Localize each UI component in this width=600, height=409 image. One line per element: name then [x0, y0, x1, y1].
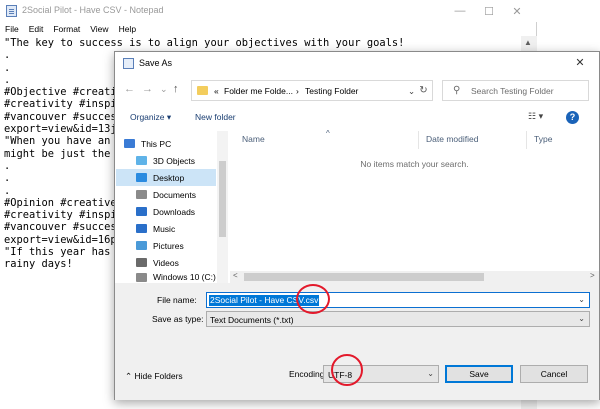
sidebar-item-label: Windows 10 (C:)	[153, 272, 216, 282]
scroll-thumb[interactable]	[219, 161, 226, 237]
chevron-down-icon[interactable]: ⌄	[578, 314, 585, 323]
empty-folder-message: No items match your search.	[360, 159, 469, 169]
desktop-icon	[136, 173, 147, 182]
sidebar-item-this-pc[interactable]: This PC	[116, 135, 216, 152]
sidebar-item-3d-objects[interactable]: 3D Objects	[116, 152, 216, 169]
column-header-type[interactable]: Type	[534, 134, 552, 144]
sidebar-item-label: This PC	[141, 138, 172, 149]
notepad-app-icon	[6, 5, 17, 17]
computer-icon	[124, 139, 135, 148]
scroll-left-icon[interactable]: <	[233, 271, 238, 280]
notepad-title-bar[interactable]: 2Social Pilot - Have CSV - Notepad — ☐ ✕	[0, 0, 537, 22]
encoding-label: Encoding:	[289, 369, 327, 379]
column-divider[interactable]	[526, 131, 527, 149]
sidebar-item-label: Videos	[153, 257, 179, 268]
notepad-menu-bar: File Edit Format View Help	[0, 22, 141, 36]
scroll-thumb[interactable]	[244, 273, 484, 281]
breadcrumb-parent[interactable]: Folder me Folde...	[224, 86, 293, 96]
sidebar-item-label: 3D Objects	[153, 155, 196, 166]
hide-folders-button[interactable]: ⌃ Hide Folders	[125, 371, 183, 382]
encoding-value: UTF-8	[328, 370, 353, 380]
menu-file[interactable]: File	[0, 22, 24, 36]
search-box[interactable]: ⚲ Search Testing Folder	[442, 80, 589, 101]
file-name-label: File name:	[157, 295, 197, 305]
new-folder-button[interactable]: New folder	[195, 112, 236, 122]
save-as-type-value: Text Documents (*.txt)	[210, 315, 294, 325]
save-as-type-label: Save as type:	[152, 314, 204, 324]
save-as-dialog-icon	[123, 58, 134, 69]
forward-arrow-icon[interactable]: →	[142, 83, 153, 95]
sidebar-item-pictures[interactable]: Pictures	[116, 237, 216, 254]
cancel-button[interactable]: Cancel	[520, 365, 588, 383]
sidebar-item-windows-drive[interactable]: Windows 10 (C:)	[116, 271, 216, 283]
sidebar-item-label: Downloads	[153, 206, 196, 217]
file-name-input[interactable]: 2Social Pilot - Have CSV.csv ⌄	[206, 292, 590, 308]
view-options-icon[interactable]: ☷ ▾	[528, 111, 543, 122]
sidebar-item-music[interactable]: Music	[116, 220, 216, 237]
navigation-bar: ← → ⌄ ↑ « Folder me Folde... › Testing F…	[115, 77, 599, 105]
cube-icon	[136, 156, 147, 165]
address-bar[interactable]: « Folder me Folde... › Testing Folder ⌄	[191, 80, 433, 101]
breadcrumb-current[interactable]: Testing Folder	[305, 86, 358, 96]
hide-folders-label: Hide Folders	[134, 371, 183, 381]
chevron-down-icon[interactable]: ⌄	[427, 369, 434, 378]
pictures-icon	[136, 241, 147, 250]
help-icon[interactable]: ?	[566, 111, 579, 124]
address-overflow-chevron[interactable]: «	[214, 86, 219, 96]
save-as-type-select[interactable]: Text Documents (*.txt) ⌄	[206, 311, 590, 327]
recent-locations-dropdown-icon[interactable]: ⌄	[160, 84, 168, 95]
save-options-panel: File name: 2Social Pilot - Have CSV.csv …	[115, 283, 599, 400]
notepad-title: 2Social Pilot - Have CSV - Notepad	[22, 5, 164, 15]
up-arrow-icon[interactable]: ↑	[173, 83, 179, 95]
search-placeholder[interactable]: Search Testing Folder	[471, 86, 554, 96]
scroll-up-arrow-icon[interactable]: ▲	[524, 38, 532, 47]
dialog-toolbar: Organize ▾ New folder ☷ ▾ ?	[115, 107, 599, 129]
menu-edit[interactable]: Edit	[24, 22, 49, 36]
sidebar-item-documents[interactable]: Documents	[116, 186, 216, 203]
encoding-select[interactable]: UTF-8 ⌄	[323, 365, 439, 383]
menu-view[interactable]: View	[85, 22, 113, 36]
breadcrumb-separator: ›	[296, 86, 299, 96]
menu-help[interactable]: Help	[114, 22, 141, 36]
sidebar-item-videos[interactable]: Videos	[116, 254, 216, 271]
folder-icon	[197, 86, 208, 95]
dialog-title: Save As	[139, 58, 173, 68]
sidebar-item-downloads[interactable]: Downloads	[116, 203, 216, 220]
search-icon: ⚲	[453, 85, 461, 96]
sort-ascending-icon: ^	[326, 129, 330, 138]
column-divider[interactable]	[418, 131, 419, 149]
column-header-name[interactable]: Name	[242, 134, 265, 144]
dialog-close-button[interactable]: ✕	[565, 53, 595, 73]
column-header-date-modified[interactable]: Date modified	[426, 134, 478, 144]
dialog-title-bar[interactable]: Save As ✕	[115, 52, 599, 75]
refresh-icon[interactable]: ↻	[413, 80, 434, 101]
file-name-selected-text[interactable]: 2Social Pilot - Have CSV.csv	[209, 295, 320, 306]
file-name-dropdown-icon[interactable]: ⌄	[578, 295, 585, 304]
navigation-pane: This PC 3D Objects Desktop Documents Dow…	[116, 131, 229, 283]
chevron-up-icon: ⌃	[125, 371, 133, 381]
back-arrow-icon[interactable]: ←	[124, 83, 135, 95]
scroll-right-icon[interactable]: >	[590, 271, 595, 280]
videos-icon	[136, 258, 147, 267]
drive-icon	[136, 272, 147, 282]
sidebar-item-label: Music	[153, 223, 176, 234]
file-list-horizontal-scrollbar[interactable]: < >	[230, 271, 599, 283]
save-button[interactable]: Save	[445, 365, 513, 383]
navigation-pane-scrollbar[interactable]	[217, 131, 228, 283]
close-button[interactable]: ✕	[494, 0, 540, 22]
music-icon	[136, 224, 147, 233]
organize-button[interactable]: Organize ▾	[130, 112, 171, 123]
menu-format[interactable]: Format	[48, 22, 85, 36]
download-icon	[136, 207, 147, 216]
file-list[interactable]: Name ^ Date modified Type No items match…	[230, 129, 599, 281]
sidebar-item-label: Documents	[153, 189, 196, 200]
sidebar-item-label: Desktop	[153, 172, 185, 183]
documents-icon	[136, 190, 147, 199]
sidebar-item-desktop[interactable]: Desktop	[116, 169, 216, 186]
sidebar-item-label: Pictures	[153, 240, 184, 251]
save-as-dialog: Save As ✕ ← → ⌄ ↑ « Folder me Folde... ›…	[114, 51, 600, 400]
